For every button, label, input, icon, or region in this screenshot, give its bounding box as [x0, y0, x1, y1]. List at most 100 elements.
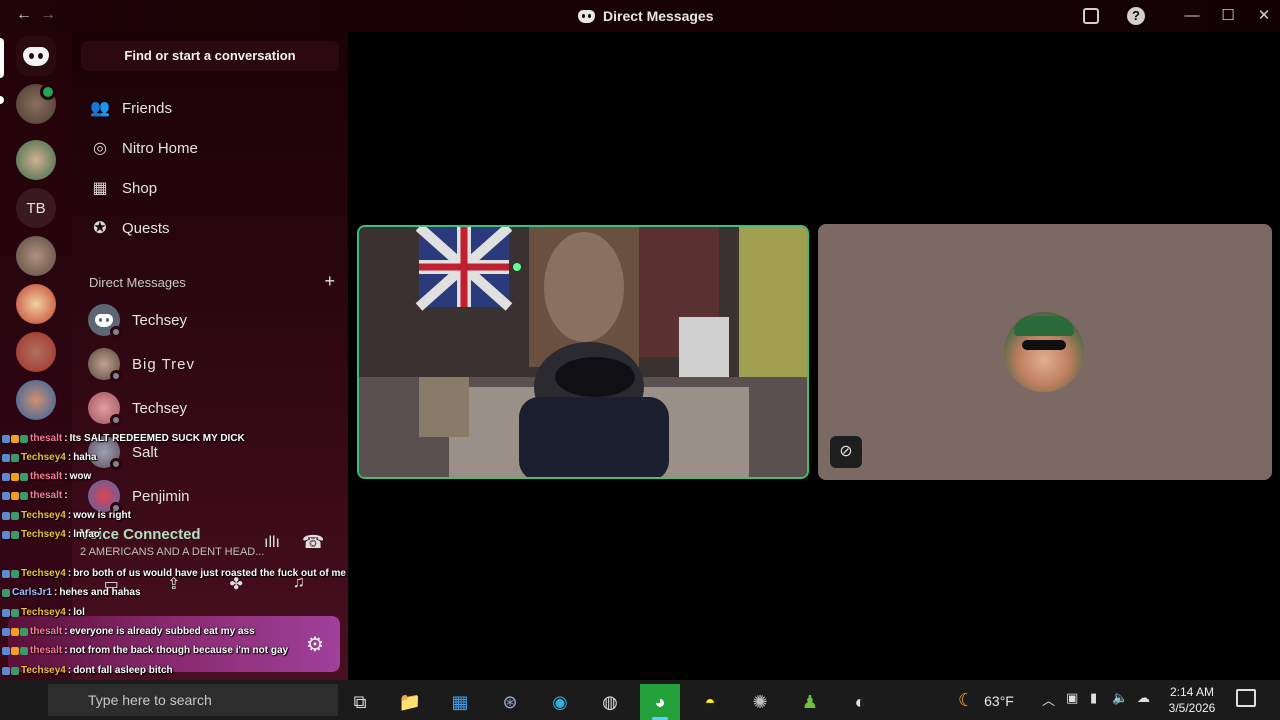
- close-button[interactable]: ✕: [1254, 6, 1274, 26]
- record-app-icon[interactable]: ◐: [840, 684, 880, 720]
- server-icon-4[interactable]: [16, 236, 56, 276]
- dm-item[interactable]: Techsey: [80, 387, 338, 429]
- unread-indicator: [0, 96, 4, 104]
- clock-date: 3/5/2026: [1168, 701, 1216, 715]
- quests-icon: ✪: [93, 220, 107, 237]
- server-rail: TB: [0, 32, 72, 680]
- dm-item[interactable]: Salt: [80, 431, 338, 473]
- nav-friends-label: Friends: [122, 99, 173, 117]
- server-icon-2[interactable]: [16, 140, 56, 180]
- dm-item[interactable]: Big Trev: [80, 343, 338, 385]
- snapchat-icon[interactable]: ◓: [690, 684, 730, 720]
- camera-icon[interactable]: ▭: [91, 574, 131, 598]
- server-icon-7[interactable]: [16, 380, 56, 420]
- minimize-button[interactable]: —: [1182, 6, 1202, 26]
- nav-nitro-label: Nitro Home: [122, 139, 198, 157]
- taskbar-search-box[interactable]: Type here to search: [48, 684, 338, 716]
- meet-now-icon[interactable]: ▣: [1066, 690, 1078, 706]
- dm-item-label: Big Trev: [132, 355, 196, 373]
- weather-widget[interactable]: ☾ 63°F: [958, 690, 1014, 711]
- maximize-button[interactable]: ☐: [1218, 6, 1238, 26]
- activity-icon[interactable]: ✤: [216, 574, 256, 598]
- moon-icon: ☾: [958, 690, 975, 710]
- status-indicator: [110, 326, 122, 338]
- dm-section-header: Direct Messages +: [89, 272, 335, 290]
- server-icon-tb[interactable]: TB: [16, 188, 56, 228]
- status-indicator: [110, 502, 122, 514]
- nav-quests-label: Quests: [122, 219, 170, 237]
- discord-taskbar-icon[interactable]: ◕: [640, 684, 680, 720]
- voice-controls: ▭ ⇪ ✤ ♫: [80, 574, 330, 598]
- status-indicator: [110, 414, 122, 426]
- video-tile-streamer[interactable]: [357, 225, 809, 479]
- dm-item[interactable]: Techsey: [80, 299, 338, 341]
- nav-shop[interactable]: ▦ Shop: [80, 169, 338, 207]
- volume-icon[interactable]: 🔈: [1112, 690, 1128, 706]
- friends-icon: 👥: [90, 100, 110, 117]
- dm-home-button[interactable]: [16, 36, 56, 76]
- dm-item-label: Penjimin: [132, 487, 190, 505]
- clock-time: 2:14 AM: [1169, 685, 1215, 699]
- soundboard-icon[interactable]: ♫: [279, 574, 319, 598]
- avatar: [88, 436, 122, 470]
- back-arrow-icon[interactable]: ←: [14, 6, 34, 24]
- microsoft-store-icon[interactable]: ▦: [440, 684, 480, 720]
- nav-quests[interactable]: ✪ Quests: [80, 209, 338, 247]
- notification-icon[interactable]: [1236, 689, 1256, 707]
- disconnect-icon[interactable]: ☎: [302, 532, 324, 553]
- inbox-icon[interactable]: [1083, 8, 1099, 24]
- status-indicator: [110, 370, 122, 382]
- dm-item-label: Techsey: [132, 311, 188, 329]
- dm-item-label: Salt: [132, 443, 158, 461]
- dm-item[interactable]: Penjimin: [80, 475, 338, 517]
- forward-arrow-icon[interactable]: →: [38, 6, 58, 24]
- discord-window: ← → Direct Messages ? — ☐ ✕ TB Find or s…: [0, 0, 1280, 720]
- nav-nitro-home[interactable]: ◎ Nitro Home: [80, 129, 338, 167]
- edge-browser-icon[interactable]: ◉: [540, 684, 580, 720]
- temperature-text: 63°F: [984, 692, 1014, 709]
- voice-channel-name[interactable]: 2 AMERICANS AND A DENT HEAD...: [80, 546, 264, 558]
- onedrive-cloud-icon[interactable]: ☁: [1137, 690, 1150, 706]
- app-icon[interactable]: ✺: [740, 684, 780, 720]
- server-icon-5[interactable]: [16, 284, 56, 324]
- video-tile-user[interactable]: ⊘: [818, 224, 1272, 480]
- status-indicator: [110, 458, 122, 470]
- windows-taskbar: Type here to search ⧉ 📁 ▦ ⊛ ◉ ◍ ◕ ◓ ✺ ♟ …: [0, 680, 1280, 720]
- dm-header-label: Direct Messages: [89, 275, 186, 290]
- battery-icon[interactable]: ▮: [1090, 690, 1097, 706]
- chevron-up-icon[interactable]: ︿: [1042, 690, 1055, 709]
- system-clock[interactable]: 2:14 AM 3/5/2026: [1164, 684, 1220, 716]
- selected-indicator: [0, 38, 4, 78]
- webcam-feed: [359, 227, 807, 477]
- steam-icon[interactable]: ⊛: [490, 684, 530, 720]
- avatar: [1004, 312, 1084, 392]
- avatar: [88, 392, 122, 426]
- obs-icon[interactable]: ◍: [590, 684, 630, 720]
- discord-logo-icon: [578, 9, 595, 23]
- avatar: [88, 480, 122, 514]
- avatar: [88, 348, 122, 382]
- server-icon-6[interactable]: [16, 332, 56, 372]
- chess-icon[interactable]: ♟: [790, 684, 830, 720]
- title-bar: ← → Direct Messages ? — ☐ ✕: [0, 0, 1280, 32]
- help-icon[interactable]: ?: [1127, 7, 1145, 25]
- window-title: Direct Messages: [578, 8, 714, 24]
- user-settings-gear-icon[interactable]: ⚙: [306, 632, 324, 657]
- nav-friends[interactable]: 👥 Friends: [80, 89, 338, 127]
- shop-icon: ▦: [92, 180, 108, 197]
- find-conversation-button[interactable]: Find or start a conversation: [81, 41, 339, 71]
- file-explorer-icon[interactable]: 📁: [390, 684, 430, 720]
- video-badge: [40, 84, 56, 100]
- create-dm-plus-icon[interactable]: +: [324, 272, 335, 290]
- screen-share-icon[interactable]: ⇪: [154, 574, 194, 598]
- discord-logo-icon: [23, 46, 49, 66]
- dm-item-label: Techsey: [132, 399, 188, 417]
- avatar: [88, 304, 122, 338]
- voice-connected-panel: Voice Connected 2 AMERICANS AND A DENT H…: [80, 518, 340, 618]
- task-view-icon[interactable]: ⧉: [340, 684, 380, 720]
- window-title-text: Direct Messages: [603, 8, 714, 24]
- nav-shop-label: Shop: [122, 179, 158, 197]
- noise-suppression-icon[interactable]: ıllı: [264, 534, 280, 552]
- discord-logo-icon: [95, 313, 113, 327]
- voice-status-text: Voice Connected: [80, 526, 201, 543]
